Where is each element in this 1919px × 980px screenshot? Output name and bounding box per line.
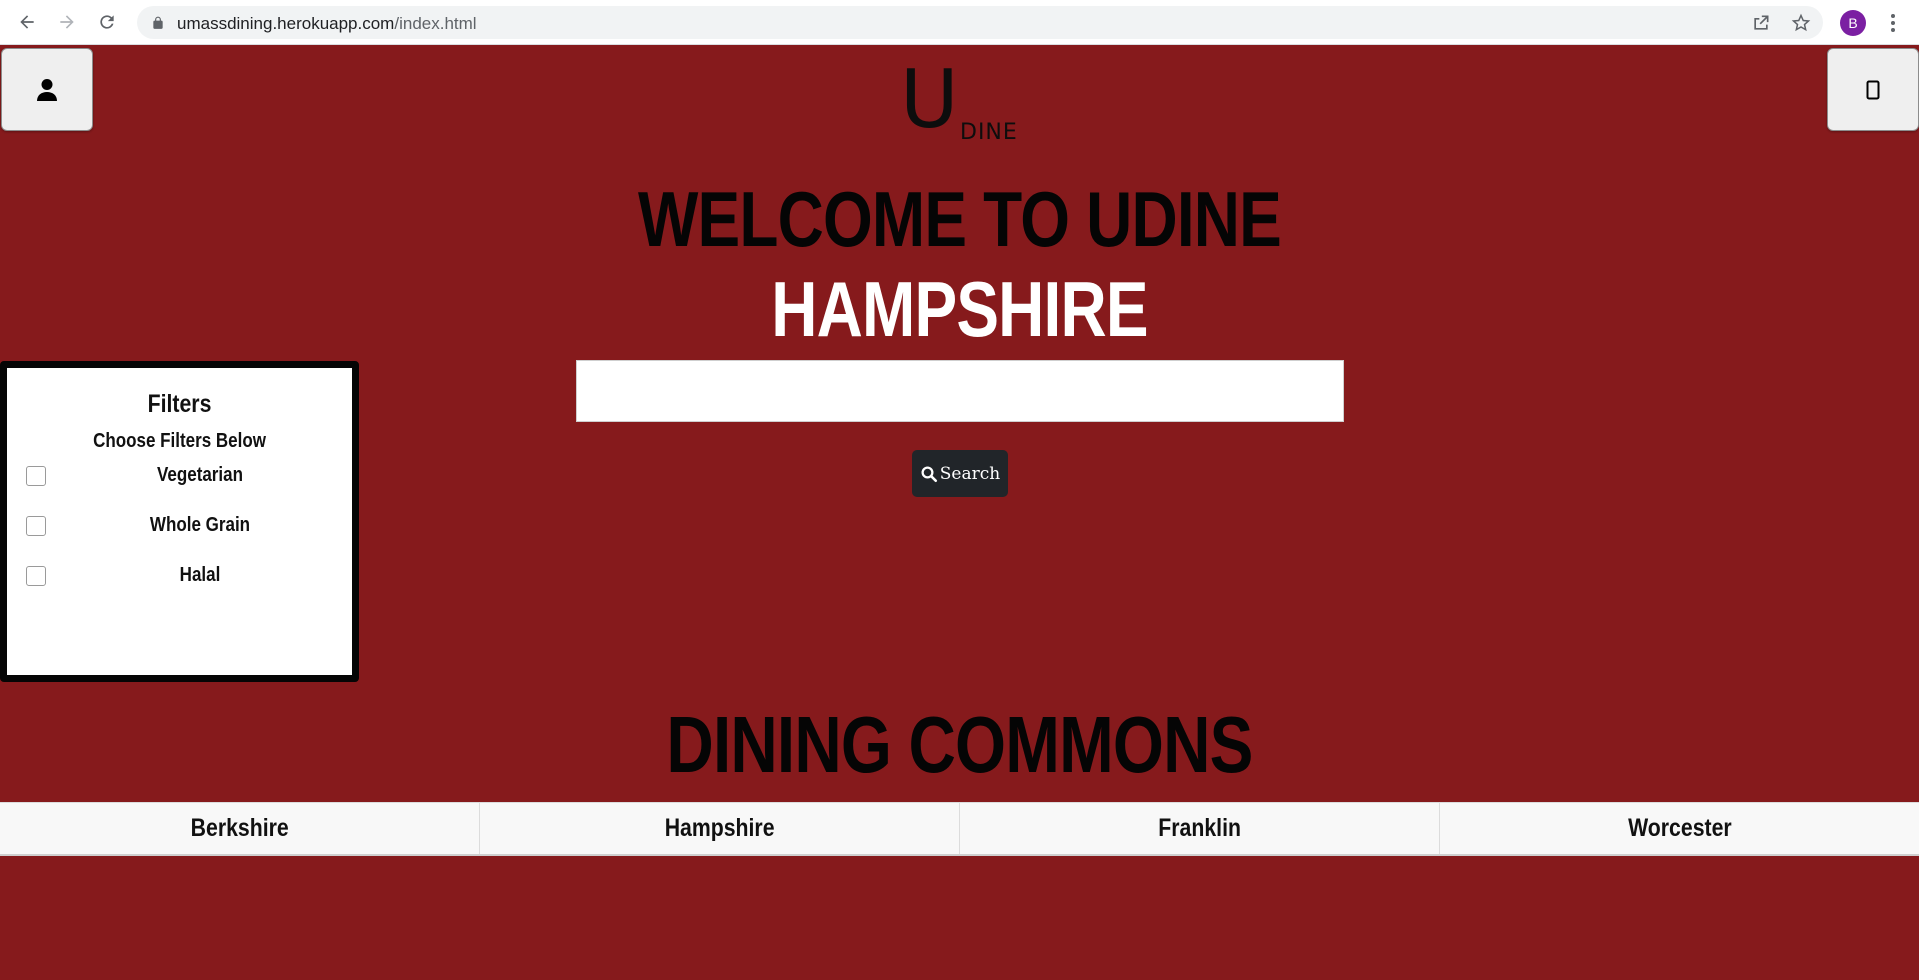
- lock-icon: [153, 16, 163, 29]
- search-icon: [921, 466, 937, 482]
- filters-subtitle: Choose Filters Below: [93, 430, 266, 452]
- browser-toolbar: umassdining.herokuapp.com/index.html B: [0, 0, 1919, 45]
- filter-vegetarian: Vegetarian: [7, 461, 352, 491]
- tab-label: Franklin: [1158, 814, 1241, 842]
- profile-avatar[interactable]: B: [1840, 10, 1866, 36]
- logo-u: U: [900, 53, 959, 146]
- reload-button[interactable]: [93, 8, 121, 36]
- tab-label: Hampshire: [664, 814, 775, 842]
- arrow-left-icon: [20, 15, 34, 29]
- dining-commons-heading: DINING COMMONS: [666, 700, 1253, 789]
- url-text: umassdining.herokuapp.com/index.html: [177, 14, 477, 34]
- filters-panel: Filters Choose Filters Below Vegetarian …: [0, 361, 359, 682]
- filter-halal: Halal: [7, 561, 352, 591]
- logo-dine: DINE: [960, 120, 1018, 145]
- mobile-icon: [1866, 80, 1880, 99]
- filter-label: Vegetarian: [156, 464, 243, 486]
- welcome-heading: WELCOME TO UDINE: [637, 175, 1282, 263]
- menu-dots-icon[interactable]: [1883, 12, 1903, 34]
- selected-dining-common: HAMPSHIRE: [771, 265, 1148, 353]
- vegetarian-checkbox[interactable]: [26, 466, 46, 486]
- search-button-label: Search: [939, 463, 1001, 484]
- filter-label: Whole Grain: [149, 514, 251, 536]
- star-icon[interactable]: [1791, 13, 1811, 33]
- filter-label: Halal: [179, 564, 221, 586]
- udine-logo: U DINE: [900, 60, 1040, 146]
- back-button[interactable]: [13, 8, 41, 36]
- arrow-right-icon: [60, 15, 74, 29]
- page-content: U DINE WELCOME TO UDINE HAMPSHIRE Search…: [0, 46, 1919, 980]
- tab-berkshire[interactable]: Berkshire: [0, 803, 480, 854]
- mobile-view-button[interactable]: [1827, 48, 1919, 131]
- filter-whole-grain: Whole Grain: [7, 511, 352, 541]
- whole-grain-checkbox[interactable]: [26, 516, 46, 536]
- account-button[interactable]: [1, 48, 93, 131]
- forward-button[interactable]: [53, 8, 81, 36]
- user-icon: [37, 78, 57, 101]
- halal-checkbox[interactable]: [26, 566, 46, 586]
- tab-franklin[interactable]: Franklin: [960, 803, 1440, 854]
- tab-hampshire[interactable]: Hampshire: [480, 803, 960, 854]
- share-icon[interactable]: [1751, 13, 1771, 33]
- tab-label: Worcester: [1627, 814, 1732, 842]
- address-bar[interactable]: umassdining.herokuapp.com/index.html: [137, 6, 1823, 39]
- search-button[interactable]: Search: [912, 450, 1008, 497]
- url-path: /index.html: [394, 14, 477, 33]
- search-input[interactable]: [576, 360, 1344, 422]
- tab-worcester[interactable]: Worcester: [1440, 803, 1919, 854]
- dining-commons-tabs: Berkshire Hampshire Franklin Worcester: [0, 802, 1919, 856]
- tab-label: Berkshire: [190, 814, 289, 842]
- url-host: umassdining.herokuapp.com: [177, 14, 395, 33]
- reload-icon: [100, 15, 114, 29]
- filters-title: Filters: [147, 390, 212, 418]
